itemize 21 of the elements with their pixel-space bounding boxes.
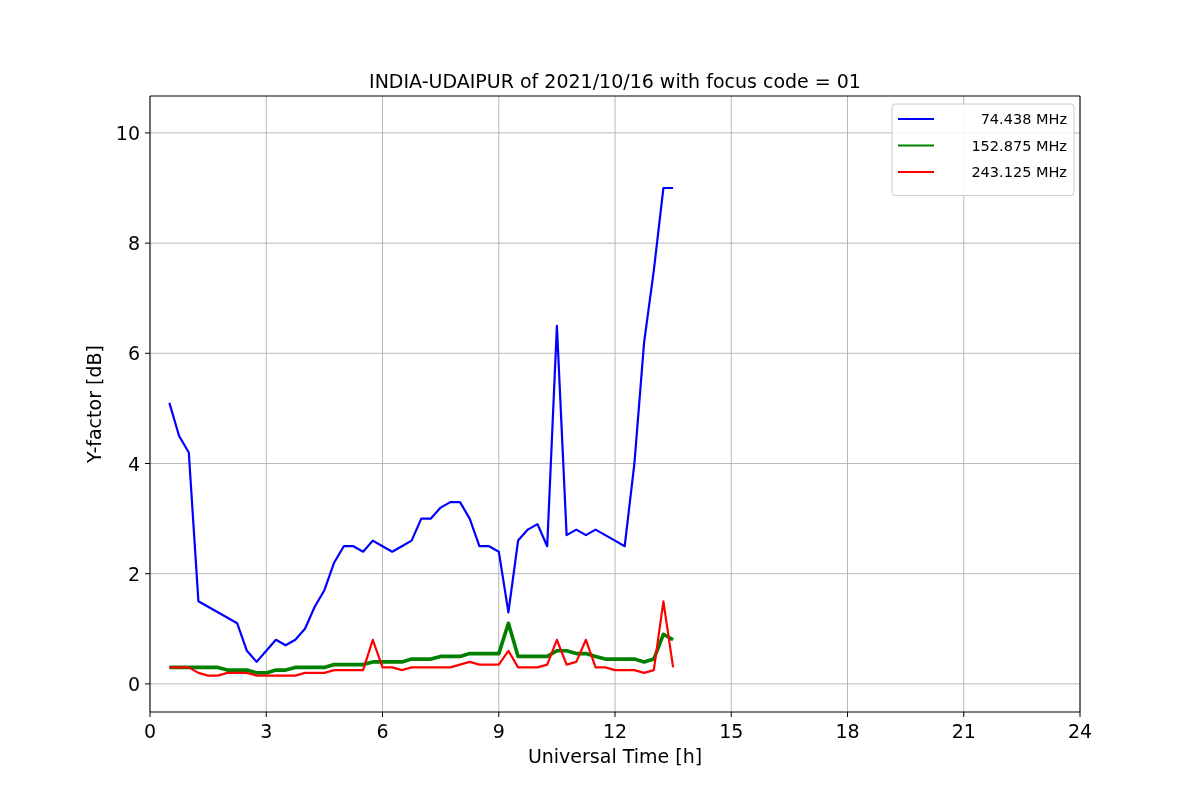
y-tick-label: 6 [127, 342, 140, 365]
legend-label: 152.875 MHz [971, 137, 1067, 154]
x-tick-label: 24 [1067, 720, 1093, 742]
x-tick-label: 0 [143, 720, 157, 742]
y-tick-label: 2 [127, 562, 140, 585]
x-tick-label: 21 [951, 720, 976, 742]
legend-label: 243.125 MHz [971, 164, 1067, 180]
x-tick-label: 9 [492, 720, 505, 742]
x-tick-label: 15 [719, 720, 744, 742]
y-tick-label: 8 [127, 232, 140, 255]
x-tick-label: 12 [602, 720, 628, 742]
x-tick-label: 6 [376, 720, 389, 742]
y-tick-label: 4 [127, 452, 140, 475]
x-tick-label: 18 [835, 720, 860, 742]
x-tick-label: 3 [260, 720, 273, 742]
y-tick-label: 0 [127, 672, 140, 695]
y-tick-label: 10 [115, 121, 140, 144]
x-axis-label: Universal Time [h] [527, 745, 703, 767]
chart-title: INDIA-UDAIPUR of 2021/10/16 with focus code = 01 [369, 70, 861, 92]
y-axis-label: Y-factor [dB] [83, 345, 105, 463]
legend-label: 74.438 MHz [980, 111, 1067, 127]
